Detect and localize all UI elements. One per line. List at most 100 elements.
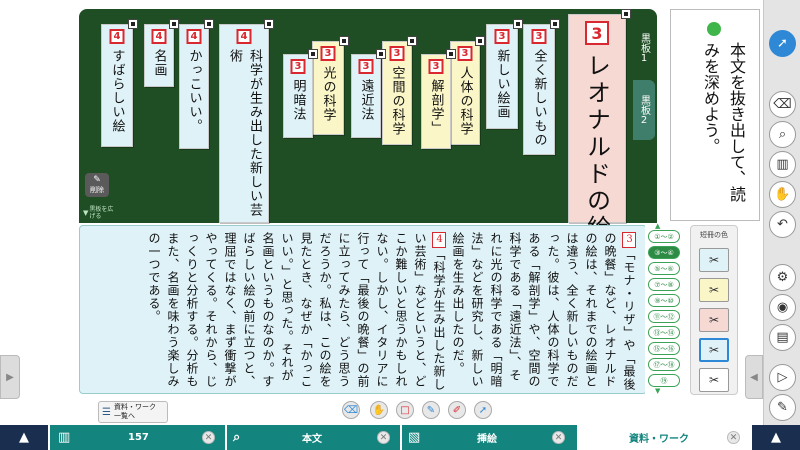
board-card[interactable]: 3 新しい絵画 xyxy=(486,19,523,129)
tab-resources[interactable]: 資料・ワーク ✕ xyxy=(579,425,749,450)
tab-board-2[interactable]: 黒板2 xyxy=(633,80,655,140)
speech-tool-icon[interactable]: ▷ xyxy=(769,364,796,391)
close-icon[interactable]: ✕ xyxy=(202,431,215,444)
card-text: レオナルドの絵 xyxy=(582,53,611,242)
pen-small-icon[interactable]: ✎ xyxy=(422,401,440,419)
delete-label: 削除 xyxy=(90,186,104,194)
undo-tool-icon[interactable]: ↶ xyxy=(769,211,796,238)
zoom-tool-icon[interactable]: ⌕ xyxy=(769,121,796,148)
board-card[interactable]: 4 かっこいい。 xyxy=(179,19,214,149)
section-button[interactable]: ⑪〜⑫ xyxy=(648,310,680,323)
delete-button[interactable]: ✎ 削除 xyxy=(85,173,109,197)
section-button[interactable]: ①〜② xyxy=(648,230,680,243)
close-icon[interactable]: ✕ xyxy=(552,431,565,444)
board-card[interactable]: 3 レオナルドの絵 xyxy=(568,9,631,242)
tab-illustration[interactable]: ▧ 挿絵 ✕ xyxy=(402,425,577,450)
gear-tool-icon[interactable]: ⚙ xyxy=(769,264,796,291)
pen-tool-icon[interactable]: ✎ xyxy=(769,394,796,421)
card-text: 人体の科学 xyxy=(457,66,473,136)
color-swatch-pink[interactable]: ✂ xyxy=(699,308,729,332)
resource-list-button[interactable]: ☰ 資料・ワーク 一覧へ xyxy=(98,401,168,423)
card-text: 光の科学 xyxy=(320,66,336,122)
card-number: 3 xyxy=(320,46,336,61)
board-card[interactable]: 4 科学が生み出した新しい芸術 xyxy=(219,19,274,223)
square-small-icon[interactable]: □ xyxy=(396,401,414,419)
question-text: 本文を抜き出して、読みを深めよう。 xyxy=(701,42,746,202)
right-toolbar: ➚ ⌫ ⌕ ▥ ✋ ↶ ⚙ ◉ ▤ ▷ ✎ xyxy=(763,0,800,425)
image-zoom-icon: ▧ xyxy=(408,430,421,445)
card-handle-icon[interactable] xyxy=(446,49,456,59)
tab-page[interactable]: ▥ 157 ✕ xyxy=(50,425,225,450)
green-dot-icon xyxy=(707,22,721,36)
section-button[interactable]: ⑨〜⑩ xyxy=(648,294,680,307)
tab-board-1-label: 黒板1 xyxy=(638,32,650,64)
tab-text[interactable]: ⌕ 本文 ✕ xyxy=(227,425,400,450)
card-number: 4 xyxy=(186,29,202,44)
section-button[interactable]: ⑲ xyxy=(648,374,680,387)
card-text: 新しい絵画 xyxy=(494,49,510,119)
paragraph-3: 「モナ・リザ」や「最後の晩餐」など、レオナルドの絵は、それまでの絵画とは違う、全… xyxy=(451,232,636,391)
color-swatch-blue[interactable]: ✂ xyxy=(699,248,729,272)
section-nav-down-icon[interactable]: ▼ xyxy=(655,387,660,395)
tab-page-label: 157 xyxy=(128,432,149,443)
text-panel: 3「モナ・リザ」や「最後の晩餐」など、レオナルドの絵は、それまでの絵画とは違う、… xyxy=(79,225,647,394)
board-card[interactable]: 3 空間の科学 xyxy=(382,36,417,145)
close-icon[interactable]: ✕ xyxy=(377,431,390,444)
eraser-small-icon[interactable]: ⌫ xyxy=(342,401,360,419)
color-swatch-yellow[interactable]: ✂ xyxy=(699,278,729,302)
book-tool-icon[interactable]: ▥ xyxy=(769,151,796,178)
section-button[interactable]: ⑰〜⑱ xyxy=(648,358,680,371)
card-handle-icon[interactable] xyxy=(308,49,318,59)
right-panel-toggle[interactable]: ◀ xyxy=(745,355,763,399)
board-card[interactable]: 3 遠近法 xyxy=(351,49,386,138)
section-nav: ▲ ①〜② ③〜④ ⑤〜⑥ ⑦〜⑧ ⑨〜⑩ ⑪〜⑫ ⑬〜⑭ ⑮〜⑯ ⑰〜⑱ ⑲ … xyxy=(645,222,683,395)
board-card[interactable]: 3 解剖学」 xyxy=(421,49,456,149)
card-handle-icon[interactable] xyxy=(407,36,417,46)
board-card[interactable]: 3 明暗法 xyxy=(283,49,318,138)
color-swatch-white[interactable]: ✂ xyxy=(699,368,729,392)
scissors-icon: ✂ xyxy=(708,343,720,357)
board-card[interactable]: 4 名画 xyxy=(144,19,179,87)
section-button[interactable]: ⑮〜⑯ xyxy=(648,342,680,355)
left-panel-toggle[interactable]: ▶ xyxy=(0,355,20,399)
card-handle-icon[interactable] xyxy=(264,19,274,29)
pointer-small-icon[interactable]: ➚ xyxy=(474,401,492,419)
board-card[interactable]: 4 すばらしい絵 xyxy=(101,19,138,147)
expand-board-button[interactable]: ▼ 黒板を広げる xyxy=(83,205,117,221)
eraser-tool-icon[interactable]: ⌫ xyxy=(769,91,796,118)
card-handle-icon[interactable] xyxy=(169,19,179,29)
card-handle-icon[interactable] xyxy=(513,19,523,29)
card-handle-icon[interactable] xyxy=(339,36,349,46)
card-handle-icon[interactable] xyxy=(475,36,485,46)
card-handle-icon[interactable] xyxy=(550,19,560,29)
close-icon[interactable]: ✕ xyxy=(727,431,740,444)
blackboard: 3 レオナルドの絵 3 全く新しいもの 3 新しい絵画 3 人体の科学 3 解剖… xyxy=(79,9,657,242)
card-handle-icon[interactable] xyxy=(376,49,386,59)
section-button[interactable]: ⑤〜⑥ xyxy=(648,262,680,275)
card-number: 4 xyxy=(236,29,252,44)
section-button[interactable]: ⑬〜⑭ xyxy=(648,326,680,339)
marker-small-icon[interactable]: ✐ xyxy=(448,401,466,419)
board-card[interactable]: 3 全く新しいもの xyxy=(523,19,560,155)
tab-illustration-label: 挿絵 xyxy=(477,434,497,445)
card-number: 3 xyxy=(494,29,510,44)
document-tool-icon[interactable]: ▤ xyxy=(769,324,796,351)
card-color-panel: 短冊の色 ✂ ✂ ✂ ✂ ✂ xyxy=(690,225,738,395)
card-handle-icon[interactable] xyxy=(128,19,138,29)
tabbar-up-left[interactable]: ▲ xyxy=(0,425,48,450)
tab-board-1[interactable]: 黒板1 xyxy=(633,22,655,74)
camera-tool-icon[interactable]: ◉ xyxy=(769,294,796,321)
card-handle-icon[interactable] xyxy=(621,9,631,19)
hand-tool-icon[interactable]: ✋ xyxy=(769,181,796,208)
tab-text-label: 本文 xyxy=(302,434,322,445)
scissors-icon: ✂ xyxy=(708,253,720,267)
pointer-tool-icon[interactable]: ➚ xyxy=(769,30,796,57)
scissors-icon: ✂ xyxy=(708,313,720,327)
section-button[interactable]: ⑦〜⑧ xyxy=(648,278,680,291)
color-swatch-blue-selected[interactable]: ✂ xyxy=(699,338,729,362)
tabbar-up-right[interactable]: ▲ xyxy=(752,425,800,450)
hand-small-icon[interactable]: ✋ xyxy=(370,401,388,419)
card-handle-icon[interactable] xyxy=(204,19,214,29)
section-nav-up-icon[interactable]: ▲ xyxy=(655,222,660,230)
section-button-active[interactable]: ③〜④ xyxy=(648,246,680,259)
